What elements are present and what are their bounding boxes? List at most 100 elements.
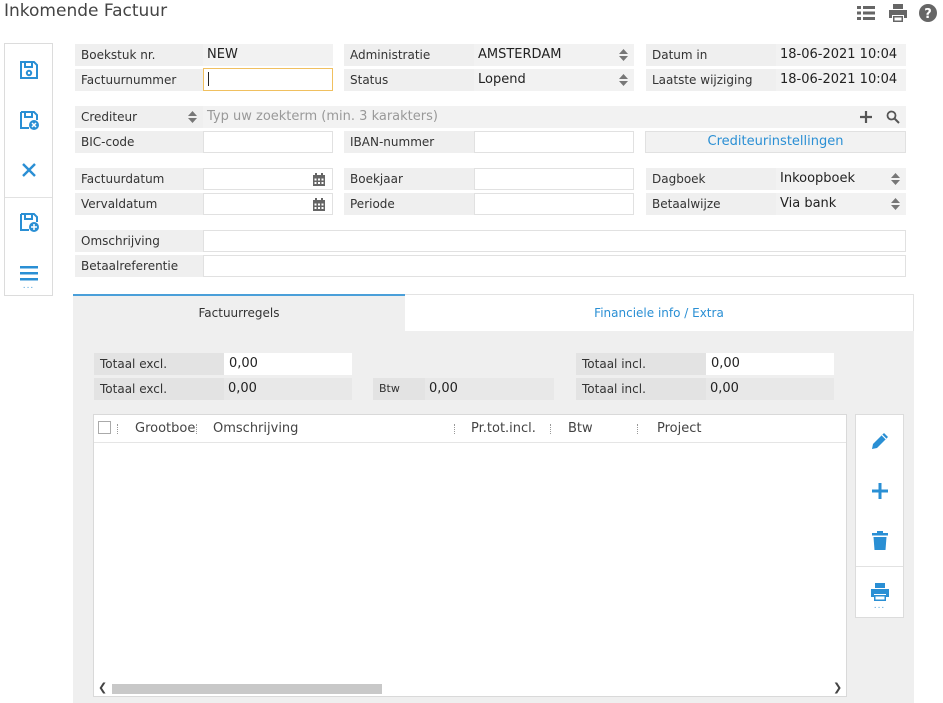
search-icon — [886, 110, 900, 124]
scroll-left-icon[interactable]: ❮ — [98, 681, 107, 694]
totaal-incl-value: 0,00 — [706, 378, 834, 400]
status-select[interactable]: Lopend — [474, 69, 634, 91]
laatste-wijziging-label: Laatste wijziging — [646, 69, 776, 91]
edit-row-button[interactable] — [856, 421, 903, 461]
totaal-incl-label-2: Totaal incl. — [576, 378, 706, 400]
column-separator[interactable] — [637, 424, 640, 434]
grid-header: Grootboe Omschrijving Pr.tot.incl. Btw P… — [94, 415, 846, 443]
delete-row-button[interactable] — [856, 521, 903, 561]
dagboek-value: Inkoopboek — [780, 171, 856, 186]
omschrijving-label: Omschrijving — [75, 230, 203, 252]
datum-in-label: Datum in — [646, 44, 776, 66]
factuurnummer-input[interactable] — [203, 68, 333, 91]
grid-action-bar: ... — [855, 414, 904, 618]
calendar-icon[interactable] — [312, 198, 326, 212]
dagboek-select[interactable]: Inkoopboek — [776, 168, 906, 190]
omschrijving-input[interactable] — [203, 230, 906, 252]
betaalreferentie-label: Betaalreferentie — [75, 255, 203, 277]
column-pr-tot-incl[interactable]: Pr.tot.incl. — [471, 415, 536, 443]
administratie-select[interactable]: AMSTERDAM — [474, 44, 634, 66]
cancel-button[interactable] — [5, 150, 52, 190]
scroll-right-icon[interactable]: ❯ — [833, 681, 842, 694]
dagboek-label: Dagboek — [646, 168, 776, 190]
crediteur-search-input[interactable]: Typ uw zoekterm (min. 3 karakters) — [203, 106, 853, 128]
calendar-icon[interactable] — [312, 173, 326, 187]
column-separator[interactable] — [117, 424, 120, 434]
bic-input[interactable] — [203, 131, 333, 153]
save-new-button[interactable] — [5, 202, 52, 242]
crediteur-placeholder: Typ uw zoekterm (min. 3 karakters) — [207, 109, 438, 124]
betaalwijze-select[interactable]: Via bank — [776, 193, 906, 215]
totaal-excl-label-2: Totaal excl. — [94, 378, 224, 400]
vervaldatum-input[interactable] — [203, 193, 333, 215]
factuurdatum-input[interactable] — [203, 168, 333, 190]
totaal-excl-input[interactable]: 0,00 — [224, 353, 352, 375]
column-separator[interactable] — [196, 424, 199, 434]
totaal-incl-input[interactable]: 0,00 — [706, 353, 834, 375]
betaalreferentie-input[interactable] — [203, 255, 906, 277]
boekjaar-input[interactable] — [474, 168, 634, 190]
boekjaar-label: Boekjaar — [344, 168, 474, 190]
plus-icon — [860, 111, 872, 123]
action-more[interactable]: ... — [856, 601, 903, 611]
updown-icon — [188, 111, 197, 123]
crediteur-select[interactable]: Crediteur — [75, 106, 203, 128]
tab-financiele-info[interactable]: Financiele info / Extra — [405, 294, 914, 331]
boekstuk-label: Boekstuk nr. — [75, 44, 203, 66]
search-crediteur-button[interactable] — [879, 106, 906, 128]
save-icon — [19, 61, 38, 79]
crediteur-label: Crediteur — [81, 110, 138, 124]
btw-label: Btw — [373, 378, 425, 400]
totaal-excl-value: 0,00 — [224, 378, 352, 400]
column-grootboek[interactable]: Grootboe — [135, 415, 195, 443]
column-btw[interactable]: Btw — [568, 415, 593, 443]
scrollbar-thumb[interactable] — [112, 684, 382, 694]
periode-label: Periode — [344, 193, 474, 215]
delete-icon — [871, 531, 888, 550]
save-close-button[interactable] — [5, 100, 52, 140]
cancel-icon — [21, 163, 36, 177]
column-separator[interactable] — [550, 424, 553, 434]
column-omschrijving[interactable]: Omschrijving — [213, 415, 298, 443]
updown-icon — [619, 74, 628, 86]
edit-icon — [871, 433, 888, 449]
print-icon[interactable] — [888, 3, 908, 23]
page-title: Inkomende Factuur — [4, 1, 168, 21]
btw-value: 0,00 — [425, 378, 554, 400]
horizontal-scrollbar[interactable]: ❮ ❯ — [94, 680, 846, 696]
save-button[interactable] — [5, 50, 52, 90]
help-icon[interactable]: ? — [918, 3, 938, 23]
periode-input[interactable] — [474, 193, 634, 215]
administratie-label: Administratie — [344, 44, 474, 66]
toolbar-more[interactable]: ... — [5, 281, 52, 291]
column-separator[interactable] — [454, 424, 457, 434]
column-project[interactable]: Project — [657, 415, 701, 443]
text-caret — [208, 71, 209, 86]
datum-in-value: 18-06-2021 10:04 — [776, 44, 906, 66]
tab-factuurregels[interactable]: Factuurregels — [73, 294, 405, 331]
add-crediteur-button[interactable] — [853, 106, 879, 128]
save-new-icon — [19, 213, 39, 232]
list-icon[interactable] — [856, 3, 876, 23]
side-toolbar: ... — [4, 43, 53, 296]
add-row-button[interactable] — [856, 471, 903, 511]
toolbar-divider — [5, 197, 52, 198]
boekstuk-value: NEW — [203, 44, 333, 66]
select-all-checkbox[interactable] — [98, 421, 111, 434]
laatste-wijziging-value: 18-06-2021 10:04 — [776, 69, 906, 91]
updown-icon — [891, 173, 900, 185]
updown-icon — [619, 49, 628, 61]
administratie-value: AMSTERDAM — [478, 47, 562, 62]
crediteurinstellingen-button[interactable]: Crediteurinstellingen — [645, 131, 906, 153]
iban-input[interactable] — [474, 131, 634, 153]
status-label: Status — [344, 69, 474, 91]
vervaldatum-label: Vervaldatum — [75, 193, 203, 215]
save-close-icon — [19, 111, 39, 130]
factuurdatum-label: Factuurdatum — [75, 168, 203, 190]
totaal-incl-label-1: Totaal incl. — [576, 353, 706, 375]
factuurregels-grid: Grootboe Omschrijving Pr.tot.incl. Btw P… — [93, 414, 847, 697]
print-icon — [870, 583, 889, 601]
iban-label: IBAN-nummer — [344, 131, 474, 153]
bic-label: BIC-code — [75, 131, 203, 153]
betaalwijze-value: Via bank — [780, 196, 837, 211]
